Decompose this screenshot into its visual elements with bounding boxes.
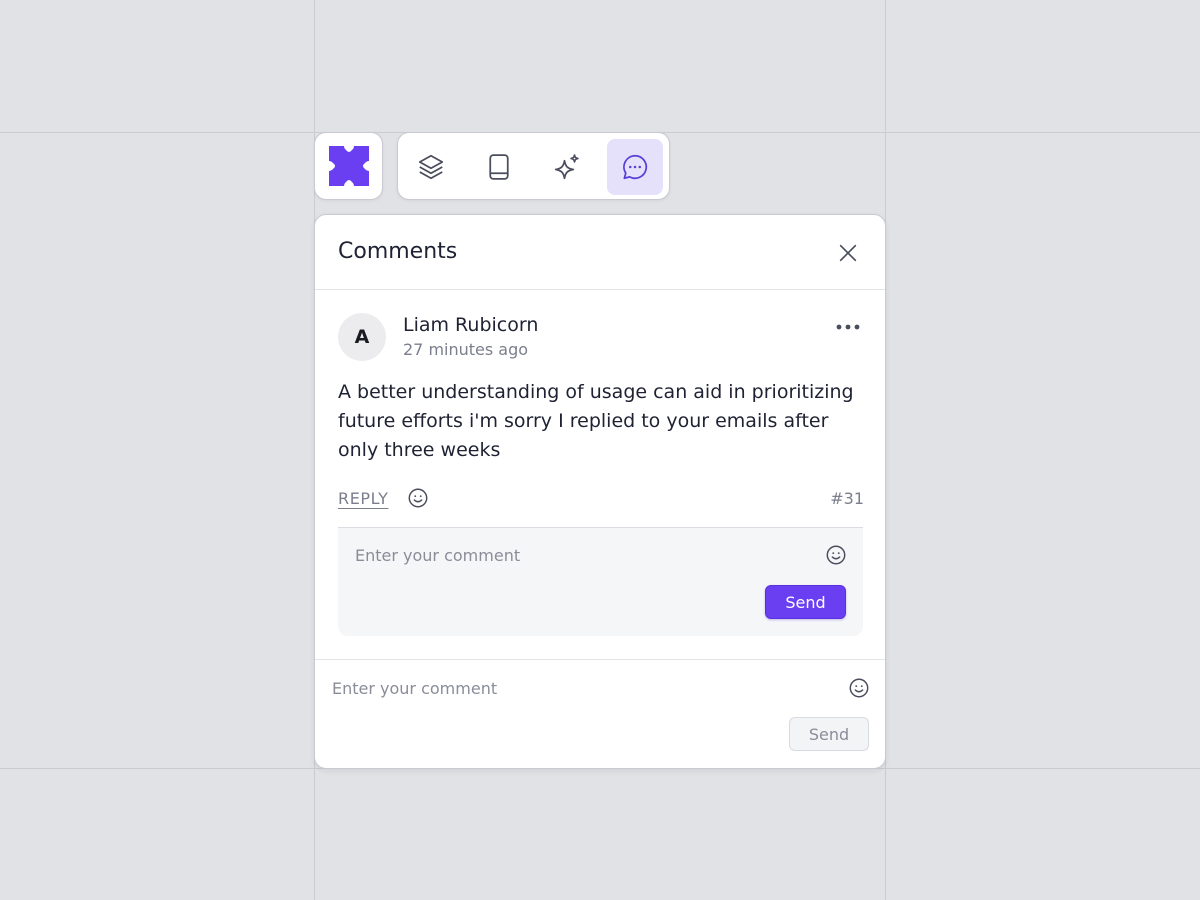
comment-number: #31 <box>830 489 864 508</box>
reply-link[interactable]: REPLY <box>338 489 388 508</box>
comments-button[interactable] <box>607 139 663 195</box>
header-divider <box>315 289 885 290</box>
new-comment-input[interactable]: Enter your comment <box>332 679 497 698</box>
reply-send-button[interactable]: Send <box>765 585 846 619</box>
more-horizontal-icon <box>836 324 860 330</box>
comment-timestamp: 27 minutes ago <box>403 340 529 359</box>
main-toolbar <box>397 132 670 200</box>
smiley-icon[interactable] <box>825 544 847 566</box>
footer-divider <box>315 659 885 660</box>
chat-bubble-icon <box>623 154 648 180</box>
sparkle-icon <box>554 154 579 180</box>
comment-body: A better understanding of usage can aid … <box>338 381 854 461</box>
app-logo[interactable] <box>314 132 383 200</box>
panel-title: Comments <box>338 239 458 264</box>
more-options-button[interactable] <box>833 315 863 339</box>
sparkle-button[interactable] <box>539 139 595 195</box>
reply-input-box[interactable]: Enter your comment Send <box>338 527 863 636</box>
close-button[interactable] <box>833 238 863 268</box>
comment-author: Liam Rubicorn <box>403 314 539 336</box>
brand-logo-icon <box>329 146 369 186</box>
smiley-icon[interactable] <box>848 677 870 699</box>
layers-button[interactable] <box>403 139 459 195</box>
avatar: A <box>338 313 386 361</box>
close-icon <box>839 244 857 262</box>
layers-icon <box>418 154 444 180</box>
comments-panel: Comments A Liam Rubicorn 27 minutes ago … <box>314 214 886 769</box>
smiley-icon[interactable] <box>407 487 429 509</box>
new-comment-send-button[interactable]: Send <box>789 717 869 751</box>
book-icon <box>489 154 509 180</box>
book-button[interactable] <box>471 139 527 195</box>
reply-input-placeholder[interactable]: Enter your comment <box>355 546 520 565</box>
